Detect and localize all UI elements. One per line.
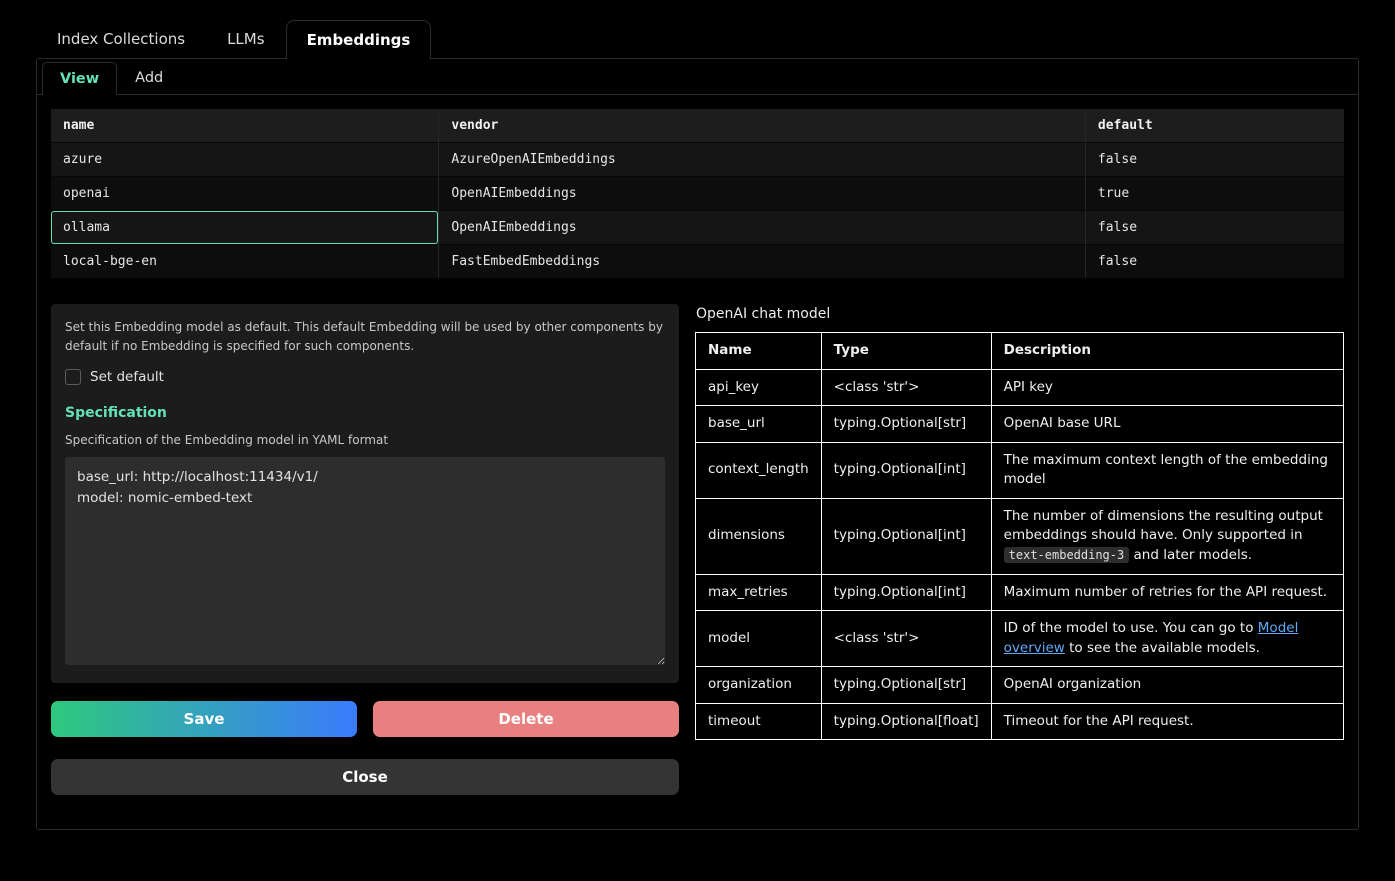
cell-default: true <box>1085 177 1344 211</box>
cell-name: local-bge-en <box>51 245 439 279</box>
tab-llms[interactable]: LLMs <box>206 19 285 58</box>
doc-cell-type: typing.Optional[int] <box>821 442 991 498</box>
subtab-add[interactable]: Add <box>117 61 181 94</box>
embedding-row-ollama[interactable]: ollama OpenAIEmbeddings false <box>51 211 1344 245</box>
main-tab-bar: Index Collections LLMs Embeddings <box>0 0 1395 58</box>
set-default-label: Set default <box>90 369 164 385</box>
doc-cell-description: API key <box>991 369 1343 406</box>
cell-vendor: AzureOpenAIEmbeddings <box>439 143 1086 177</box>
doc-cell-type: <class 'str'> <box>821 369 991 406</box>
tab-embeddings[interactable]: Embeddings <box>286 20 432 59</box>
doc-row-context-length: context_length typing.Optional[int] The … <box>696 442 1344 498</box>
doc-cell-type: typing.Optional[str] <box>821 406 991 443</box>
close-button[interactable]: Close <box>51 759 679 795</box>
desc-text: and later models. <box>1129 547 1252 563</box>
default-help-text: Set this Embedding model as default. Thi… <box>65 318 665 355</box>
doc-column-type: Type <box>821 333 991 370</box>
doc-cell-name: max_retries <box>696 574 822 611</box>
doc-cell-description: OpenAI base URL <box>991 406 1343 443</box>
edit-column: Set this Embedding model as default. Thi… <box>51 304 679 795</box>
doc-cell-description: ID of the model to use. You can go to Mo… <box>991 611 1343 667</box>
specification-heading: Specification <box>65 405 665 421</box>
cell-name: azure <box>51 143 439 177</box>
doc-cell-type: typing.Optional[int] <box>821 574 991 611</box>
embeddings-table-header: name vendor default <box>51 109 1344 143</box>
doc-table-header: Name Type Description <box>696 333 1344 370</box>
doc-cell-type: typing.Optional[float] <box>821 703 991 740</box>
delete-button[interactable]: Delete <box>373 701 679 737</box>
doc-row-model: model <class 'str'> ID of the model to u… <box>696 611 1344 667</box>
doc-cell-description: The number of dimensions the resulting o… <box>991 498 1343 574</box>
doc-row-base-url: base_url typing.Optional[str] OpenAI bas… <box>696 406 1344 443</box>
embeddings-panel: View Add name vendor default azure Azure… <box>36 58 1359 830</box>
doc-cell-name: dimensions <box>696 498 822 574</box>
sub-tab-bar: View Add <box>37 59 1358 95</box>
desc-text: to see the available models. <box>1065 640 1260 656</box>
tab-index-collections[interactable]: Index Collections <box>36 19 206 58</box>
doc-row-api-key: api_key <class 'str'> API key <box>696 369 1344 406</box>
doc-cell-type: <class 'str'> <box>821 611 991 667</box>
doc-cell-type: typing.Optional[str] <box>821 667 991 704</box>
doc-cell-name: timeout <box>696 703 822 740</box>
subtab-view[interactable]: View <box>42 62 117 95</box>
cell-vendor: FastEmbedEmbeddings <box>439 245 1086 279</box>
save-button[interactable]: Save <box>51 701 357 737</box>
doc-row-organization: organization typing.Optional[str] OpenAI… <box>696 667 1344 704</box>
doc-cell-type: typing.Optional[int] <box>821 498 991 574</box>
column-header-name: name <box>51 109 439 143</box>
doc-cell-description: OpenAI organization <box>991 667 1343 704</box>
specification-textarea[interactable]: base_url: http://localhost:11434/v1/ mod… <box>65 457 665 665</box>
code-chip: text-embedding-3 <box>1004 547 1130 563</box>
detail-section: Set this Embedding model as default. Thi… <box>51 304 1344 795</box>
doc-row-dimensions: dimensions typing.Optional[int] The numb… <box>696 498 1344 574</box>
doc-cell-name: organization <box>696 667 822 704</box>
model-doc-table: Name Type Description api_key <class 'st… <box>695 332 1344 740</box>
cell-default: false <box>1085 245 1344 279</box>
column-header-vendor: vendor <box>439 109 1086 143</box>
specification-help-text: Specification of the Embedding model in … <box>65 433 665 447</box>
doc-cell-description: Timeout for the API request. <box>991 703 1343 740</box>
embedding-row-local-bge-en[interactable]: local-bge-en FastEmbedEmbeddings false <box>51 245 1344 279</box>
model-doc-title: OpenAI chat model <box>696 306 1344 322</box>
desc-text: ID of the model to use. You can go to <box>1004 620 1258 636</box>
page: Index Collections LLMs Embeddings View A… <box>0 0 1395 881</box>
set-default-checkbox-row[interactable]: Set default <box>65 369 665 385</box>
desc-text: The number of dimensions the resulting o… <box>1004 508 1323 544</box>
action-buttons: Save Delete <box>51 701 679 737</box>
doc-cell-description: The maximum context length of the embedd… <box>991 442 1343 498</box>
model-doc-column: OpenAI chat model Name Type Description … <box>695 304 1344 740</box>
cell-name: openai <box>51 177 439 211</box>
doc-cell-description: Maximum number of retries for the API re… <box>991 574 1343 611</box>
column-header-default: default <box>1085 109 1344 143</box>
embeddings-table: name vendor default azure AzureOpenAIEmb… <box>51 109 1344 278</box>
doc-cell-name: api_key <box>696 369 822 406</box>
doc-column-name: Name <box>696 333 822 370</box>
embedding-row-azure[interactable]: azure AzureOpenAIEmbeddings false <box>51 143 1344 177</box>
doc-row-max-retries: max_retries typing.Optional[int] Maximum… <box>696 574 1344 611</box>
edit-panel: Set this Embedding model as default. Thi… <box>51 304 679 683</box>
doc-row-timeout: timeout typing.Optional[float] Timeout f… <box>696 703 1344 740</box>
doc-cell-name: base_url <box>696 406 822 443</box>
cell-default: false <box>1085 211 1344 245</box>
cell-default: false <box>1085 143 1344 177</box>
cell-name-selected: ollama <box>51 211 439 245</box>
set-default-checkbox[interactable] <box>65 369 81 385</box>
cell-vendor: OpenAIEmbeddings <box>439 177 1086 211</box>
doc-cell-name: model <box>696 611 822 667</box>
doc-cell-name: context_length <box>696 442 822 498</box>
doc-column-description: Description <box>991 333 1343 370</box>
view-content: name vendor default azure AzureOpenAIEmb… <box>37 95 1358 809</box>
cell-vendor: OpenAIEmbeddings <box>439 211 1086 245</box>
embedding-row-openai[interactable]: openai OpenAIEmbeddings true <box>51 177 1344 211</box>
